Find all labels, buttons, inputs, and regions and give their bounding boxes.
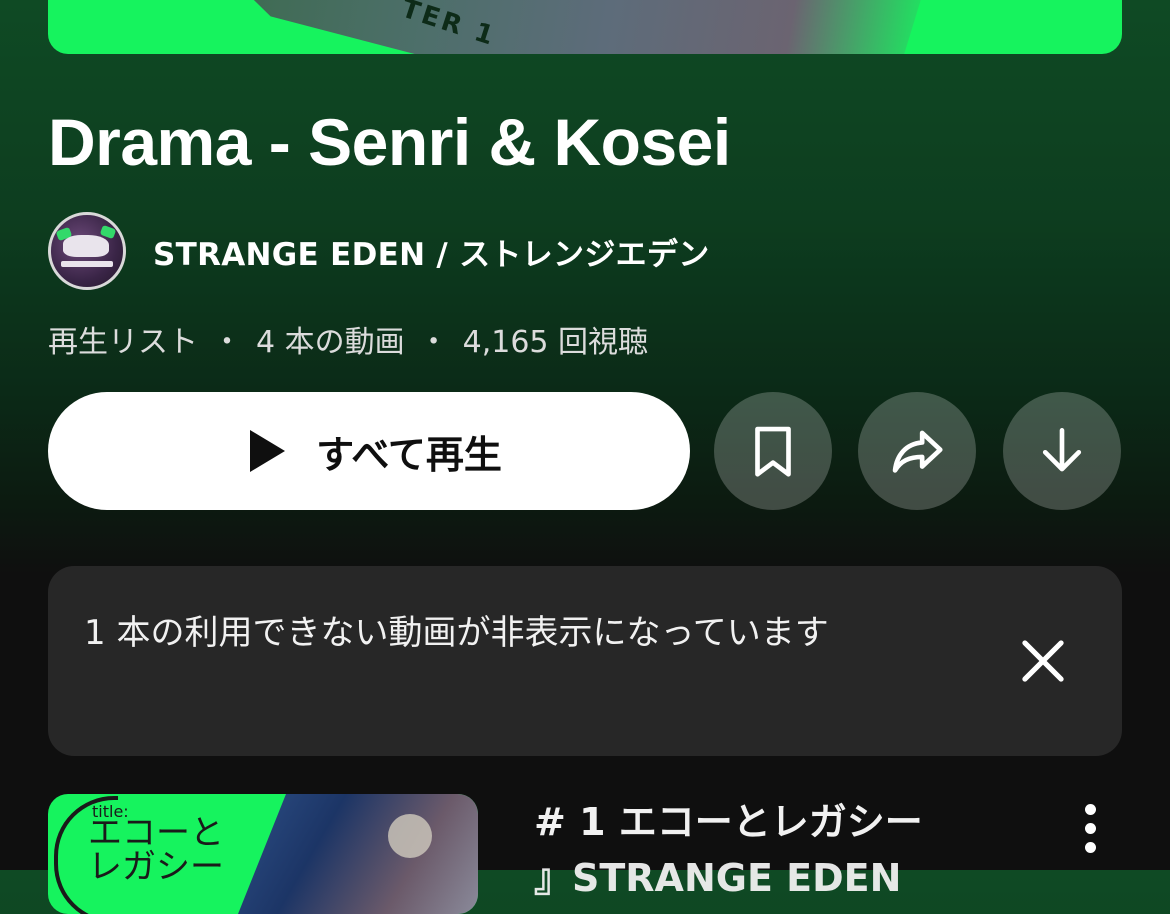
video-title-line1: # 1 エコーとレガシー [534,800,923,844]
thumbnail-character [238,794,478,914]
meta-separator: ・ [418,325,449,360]
download-button[interactable] [1003,392,1121,510]
save-button[interactable] [714,392,832,510]
notice-message: 1 本の利用できない動画が非表示になっています [84,613,829,653]
thumbnail-title: エコーと レガシー [88,813,224,887]
play-icon [250,430,286,472]
view-count: 4,165 回視聴 [462,325,649,360]
channel-name[interactable]: STRANGE EDEN / ストレンジエデン [153,229,710,274]
playlist-meta: 再生リスト・ 4 本の動画・ 4,165 回視聴 [48,317,648,361]
download-icon [1042,428,1082,472]
close-icon[interactable] [1012,630,1074,692]
playlist-title: Drama - Senri & Kosei [48,105,731,179]
channel-avatar[interactable] [48,212,126,290]
meta-separator: ・ [212,325,242,360]
more-vert-icon [1084,804,1096,815]
video-title[interactable]: # 1 エコーとレガシー 』STRANGE EDEN [534,794,1004,906]
playlist-video-item[interactable]: title: エコーと レガシー # 1 エコーとレガシー 』STRANGE E… [48,794,1122,914]
playlist-type: 再生リスト [48,325,198,360]
bookmark-icon [755,426,791,477]
play-all-button[interactable]: すべて再生 [48,392,690,510]
channel-row[interactable]: STRANGE EDEN / ストレンジエデン [48,212,710,290]
playlist-cover-banner: TER 1 [48,0,1122,54]
share-icon [892,430,943,473]
thumbnail-moon [388,814,432,858]
more-options-button[interactable] [1070,804,1110,860]
play-all-label: すべて再生 [316,432,502,477]
video-title-line2: 』STRANGE EDEN [534,856,902,900]
hidden-videos-notice: 1 本の利用できない動画が非表示になっています [48,566,1122,756]
cover-graphic [933,0,1053,20]
video-thumbnail[interactable]: title: エコーと レガシー [48,794,478,914]
video-count: 4 本の動画 [256,325,405,360]
share-button[interactable] [858,392,976,510]
cover-artwork [213,0,933,54]
